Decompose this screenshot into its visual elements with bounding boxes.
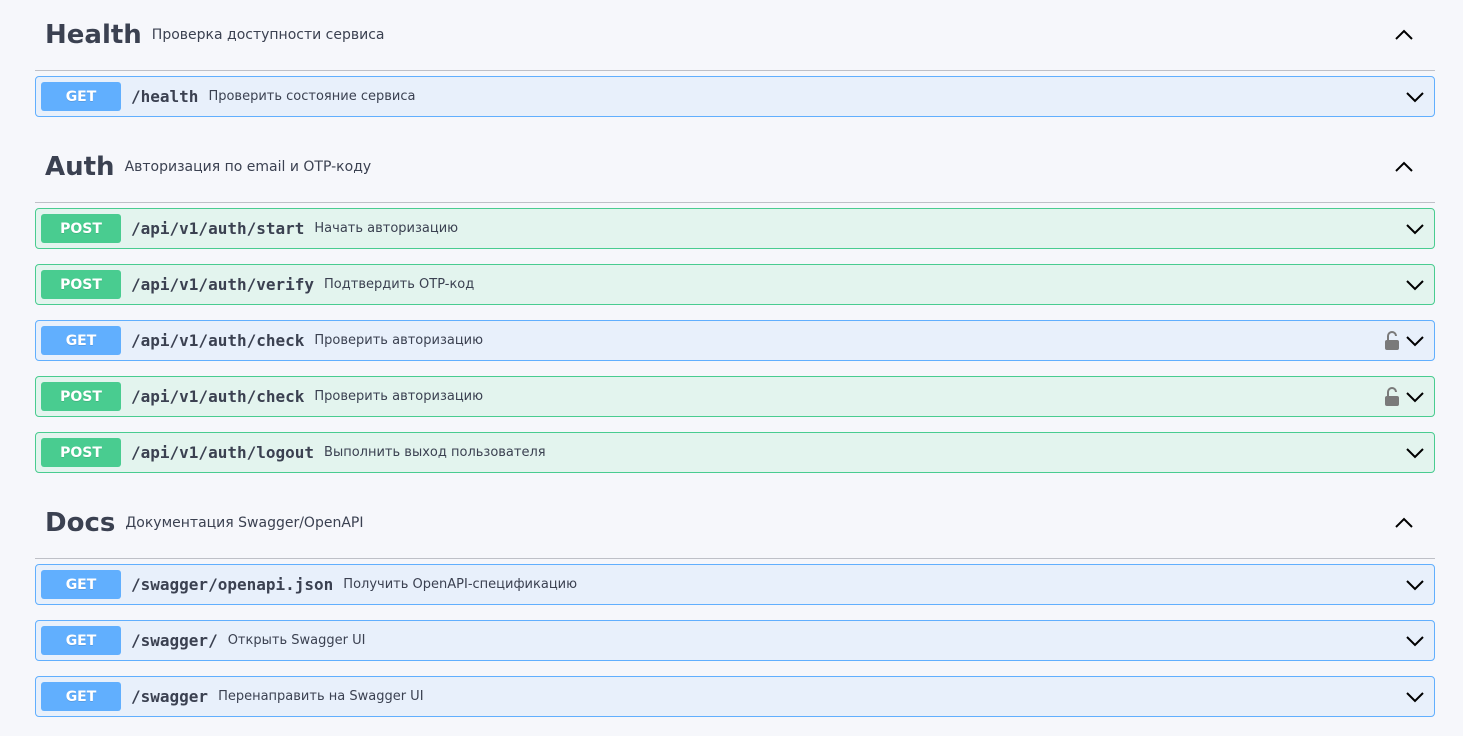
tag-header-health[interactable]: Health Проверка доступности сервиса [35,0,1435,71]
tag-header-docs[interactable]: Docs Документация Swagger/OpenAPI [35,488,1435,559]
chevron-up-icon[interactable] [1393,512,1415,534]
operation-summary: Получить OpenAPI-спецификацию [343,577,578,592]
chevron-up-icon[interactable] [1393,24,1415,46]
tag-description: Авторизация по email и OTP-коду [124,159,372,175]
operation-path: /api/v1/auth/start [131,219,305,238]
operation-row[interactable]: POST /api/v1/auth/start Начать авторизац… [35,208,1435,249]
chevron-down-icon[interactable] [1404,574,1426,596]
method-badge: POST [41,438,121,467]
chevron-down-icon[interactable] [1404,630,1426,652]
operation-path: /api/v1/auth/check [131,387,305,406]
method-badge: POST [41,270,121,299]
operation-path: /swagger/openapi.json [131,575,334,594]
tag-description: Документация Swagger/OpenAPI [125,515,364,531]
operation-summary: Проверить авторизацию [314,389,484,404]
chevron-down-icon[interactable] [1404,386,1426,408]
operation-summary: Начать авторизацию [314,221,459,236]
operation-row[interactable]: GET /swagger/openapi.json Получить OpenA… [35,564,1435,605]
operation-path: /swagger [131,687,209,706]
chevron-down-icon[interactable] [1404,442,1426,464]
method-badge: POST [41,214,121,243]
operation-summary: Открыть Swagger UI [227,633,366,648]
operation-path: /api/v1/auth/verify [131,275,315,294]
operation-path: /api/v1/auth/logout [131,443,315,462]
lock-open-icon[interactable] [1384,386,1400,407]
chevron-up-icon[interactable] [1393,156,1415,178]
operation-row[interactable]: GET /swagger/ Открыть Swagger UI [35,620,1435,661]
tag-name: Auth [45,152,115,182]
chevron-down-icon[interactable] [1404,274,1426,296]
operation-row[interactable]: GET /api/v1/auth/check Проверить авториз… [35,320,1435,361]
tag-section-health: Health Проверка доступности сервиса GET … [35,0,1435,117]
operation-row[interactable]: POST /api/v1/auth/logout Выполнить выход… [35,432,1435,473]
method-badge: GET [41,682,121,711]
tag-header-auth[interactable]: Auth Авторизация по email и OTP-коду [35,132,1435,203]
chevron-down-icon[interactable] [1404,330,1426,352]
operation-path: /api/v1/auth/check [131,331,305,350]
tag-description: Проверка доступности сервиса [151,27,385,43]
chevron-down-icon[interactable] [1404,86,1426,108]
operation-summary: Подтвердить OTP-код [324,277,475,292]
method-badge: GET [41,82,121,111]
chevron-down-icon[interactable] [1404,686,1426,708]
operation-row[interactable]: POST /api/v1/auth/verify Подтвердить OTP… [35,264,1435,305]
operation-row[interactable]: POST /api/v1/auth/check Проверить автори… [35,376,1435,417]
method-badge: GET [41,626,121,655]
operation-summary: Перенаправить на Swagger UI [218,689,424,704]
tag-name: Docs [45,508,116,538]
tag-name: Health [45,20,142,50]
method-badge: POST [41,382,121,411]
operation-summary: Проверить авторизацию [314,333,484,348]
tag-section-docs: Docs Документация Swagger/OpenAPI GET /s… [35,488,1435,717]
operation-row[interactable]: GET /health Проверить состояние сервиса [35,76,1435,117]
operation-path: /health [131,87,199,106]
tag-section-auth: Auth Авторизация по email и OTP-коду POS… [35,132,1435,473]
swagger-operations: Health Проверка доступности сервиса GET … [35,0,1435,732]
lock-open-icon[interactable] [1384,330,1400,351]
method-badge: GET [41,570,121,599]
method-badge: GET [41,326,121,355]
operation-path: /swagger/ [131,631,218,650]
operation-summary: Проверить состояние сервиса [208,89,416,104]
operation-row[interactable]: GET /swagger Перенаправить на Swagger UI [35,676,1435,717]
chevron-down-icon[interactable] [1404,218,1426,240]
operation-summary: Выполнить выход пользователя [324,445,546,460]
